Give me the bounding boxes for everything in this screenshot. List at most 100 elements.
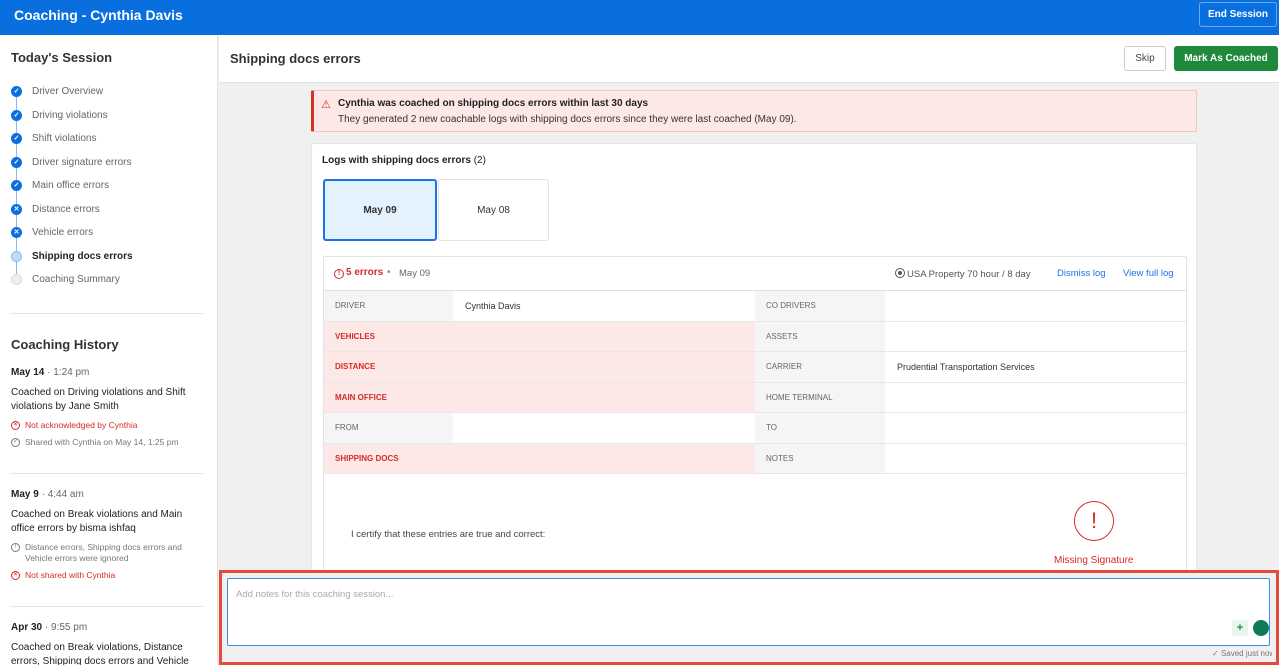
log-date: May 09 bbox=[399, 268, 431, 279]
field-label: Vehicles bbox=[324, 321, 453, 351]
cross-icon: ✕ bbox=[11, 227, 22, 239]
log-detail: ! 5 errors • May 09 USA Property 70 hour … bbox=[323, 256, 1187, 582]
session-step[interactable]: ✓ Driving violations bbox=[11, 104, 211, 128]
table-row: Distance Carrier Prudential Transportation… bbox=[324, 352, 1186, 383]
session-steps: ✓ Driver Overview ✓ Driving violations ✓ Shif… bbox=[11, 80, 211, 292]
logs-heading-text: Logs with shipping docs errors bbox=[322, 155, 471, 166]
history-date: May 14 · 1:24 pm bbox=[11, 367, 204, 378]
history-note-text: Distance errors, Shipping docs errors an… bbox=[25, 542, 182, 563]
field-value: Cynthia Davis bbox=[465, 300, 521, 311]
check-icon: ✓ bbox=[11, 133, 22, 145]
session-step[interactable]: Coaching Summary bbox=[11, 268, 211, 292]
history-divider bbox=[11, 473, 204, 474]
session-title: Today's Session bbox=[11, 50, 113, 65]
field-value bbox=[453, 443, 755, 473]
field-label: Notes bbox=[755, 443, 885, 473]
log-card-date: May 08 bbox=[477, 204, 510, 216]
cross-circle-icon: ✕ bbox=[11, 571, 20, 580]
field-value bbox=[885, 291, 1186, 321]
field-label: Shipping Docs bbox=[324, 443, 453, 473]
warning-icon: ⚠ bbox=[321, 99, 331, 111]
history-note-text: Not shared with Cynthia bbox=[25, 570, 116, 580]
log-fields-table: Driver Cynthia Davis Co Drivers Vehicles Ass… bbox=[324, 290, 1186, 474]
table-row: Main Office Home Terminal bbox=[324, 382, 1186, 413]
check-icon: ✓ bbox=[11, 156, 22, 168]
history-entry: May 9 · 4:44 am Coached on Break violatio… bbox=[11, 489, 204, 581]
app-title: Coaching - Cynthia Davis bbox=[14, 7, 183, 23]
history-time: · 1:24 pm bbox=[44, 367, 90, 378]
alert-title: Cynthia was coached on shipping docs err… bbox=[338, 98, 649, 109]
step-dot-icon bbox=[11, 274, 22, 286]
check-icon: ✓ bbox=[11, 180, 22, 192]
table-row: From To bbox=[324, 413, 1186, 444]
field-value bbox=[453, 382, 755, 412]
ruleset-text: USA Property 70 hour / 8 day bbox=[907, 269, 1031, 280]
separator: • bbox=[387, 267, 391, 278]
history-description: Coached on Driving violations and Shift … bbox=[11, 387, 186, 412]
session-step-label: Vehicle errors bbox=[32, 227, 94, 239]
field-value: Prudential Transportation Services bbox=[897, 361, 1035, 372]
table-row: Vehicles Assets bbox=[324, 321, 1186, 352]
missing-signature-icon: ! bbox=[1074, 501, 1114, 541]
logs-panel: Logs with shipping docs errors (2) May 0… bbox=[311, 143, 1197, 583]
view-full-log-link[interactable]: View full log bbox=[1123, 268, 1174, 279]
dismiss-log-link[interactable]: Dismiss log bbox=[1057, 268, 1106, 279]
mark-as-coached-button[interactable]: Mark As Coached bbox=[1174, 46, 1278, 71]
log-card[interactable]: May 09 bbox=[323, 179, 437, 241]
skip-button[interactable]: Skip bbox=[1124, 46, 1166, 71]
end-session-button[interactable]: End Session bbox=[1198, 2, 1277, 27]
history-time: · 9:55 pm bbox=[42, 622, 88, 633]
session-step-label: Shift violations bbox=[32, 133, 97, 145]
check-icon: ✓ bbox=[11, 86, 22, 98]
field-label: Driver bbox=[324, 291, 453, 321]
history-note: ! Distance errors, Shipping docs errors a… bbox=[11, 542, 204, 564]
field-value bbox=[885, 322, 1186, 352]
history-date: May 9 · 4:44 am bbox=[11, 489, 204, 500]
target-icon bbox=[895, 268, 905, 278]
history-note: ✓ Shared with Cynthia on May 14, 1:25 pm bbox=[11, 437, 204, 448]
history-note: ✕ Not acknowledged by Cynthia bbox=[11, 420, 204, 431]
notes-area: + ✓ Saved just now bbox=[219, 570, 1279, 665]
session-step[interactable]: ✓ Driver signature errors bbox=[11, 151, 211, 175]
history-entry: Apr 30 · 9:55 pm Coached on Break violati… bbox=[11, 622, 204, 665]
ruleset: USA Property 70 hour / 8 day bbox=[895, 268, 1031, 280]
top-bar: Coaching - Cynthia Davis End Session bbox=[0, 0, 1279, 35]
session-step-label: Main office errors bbox=[32, 180, 110, 192]
certification-text: I certify that these entries are true an… bbox=[351, 529, 546, 540]
session-step[interactable]: ✕ Vehicle errors bbox=[11, 221, 211, 245]
table-row: Driver Cynthia Davis Co Drivers bbox=[324, 291, 1186, 322]
coached-recently-alert: ⚠ Cynthia was coached on shipping docs e… bbox=[311, 90, 1197, 132]
check-icon: ✓ bbox=[11, 109, 22, 121]
grammarly-icon[interactable] bbox=[1253, 620, 1269, 636]
error-count-text: 5 errors bbox=[346, 267, 384, 278]
session-step-label: Shipping docs errors bbox=[32, 250, 133, 262]
field-label: Co Drivers bbox=[755, 291, 885, 321]
missing-signature-label: Missing Signature bbox=[1054, 555, 1134, 566]
bulb-icon[interactable]: + bbox=[1232, 620, 1248, 636]
field-label: Distance bbox=[324, 352, 453, 382]
session-step[interactable]: ✓ Shift violations bbox=[11, 127, 211, 151]
session-step[interactable]: Shipping docs errors bbox=[11, 245, 211, 269]
logs-heading: Logs with shipping docs errors (2) bbox=[322, 155, 486, 166]
check-circle-icon: ✓ bbox=[11, 438, 20, 447]
history-note-text: Not acknowledged by Cynthia bbox=[25, 420, 138, 430]
alert-body: They generated 2 new coachable logs with… bbox=[338, 114, 797, 125]
field-value bbox=[885, 444, 1186, 474]
history-title: Coaching History bbox=[11, 337, 119, 352]
history-date-text: Apr 30 bbox=[11, 622, 43, 633]
session-step[interactable]: ✓ Main office errors bbox=[11, 174, 211, 198]
saved-status: ✓ Saved just now bbox=[1212, 649, 1272, 658]
saved-status-text: Saved just now bbox=[1220, 649, 1272, 658]
session-step-label: Driver Overview bbox=[32, 86, 104, 98]
logs-count: (2) bbox=[473, 155, 486, 166]
session-step[interactable]: ✓ Driver Overview bbox=[11, 80, 211, 104]
field-value bbox=[885, 383, 1186, 413]
coaching-notes-input[interactable] bbox=[227, 578, 1270, 646]
field-value bbox=[453, 352, 755, 382]
history-note-text: Shared with Cynthia on May 14, 1:25 pm bbox=[25, 437, 179, 447]
log-card[interactable]: May 08 bbox=[438, 179, 549, 241]
field-label: To bbox=[755, 413, 885, 443]
session-step-label: Driving violations bbox=[32, 109, 108, 121]
history-date-text: May 9 bbox=[11, 489, 39, 500]
session-step[interactable]: ✕ Distance errors bbox=[11, 198, 211, 222]
